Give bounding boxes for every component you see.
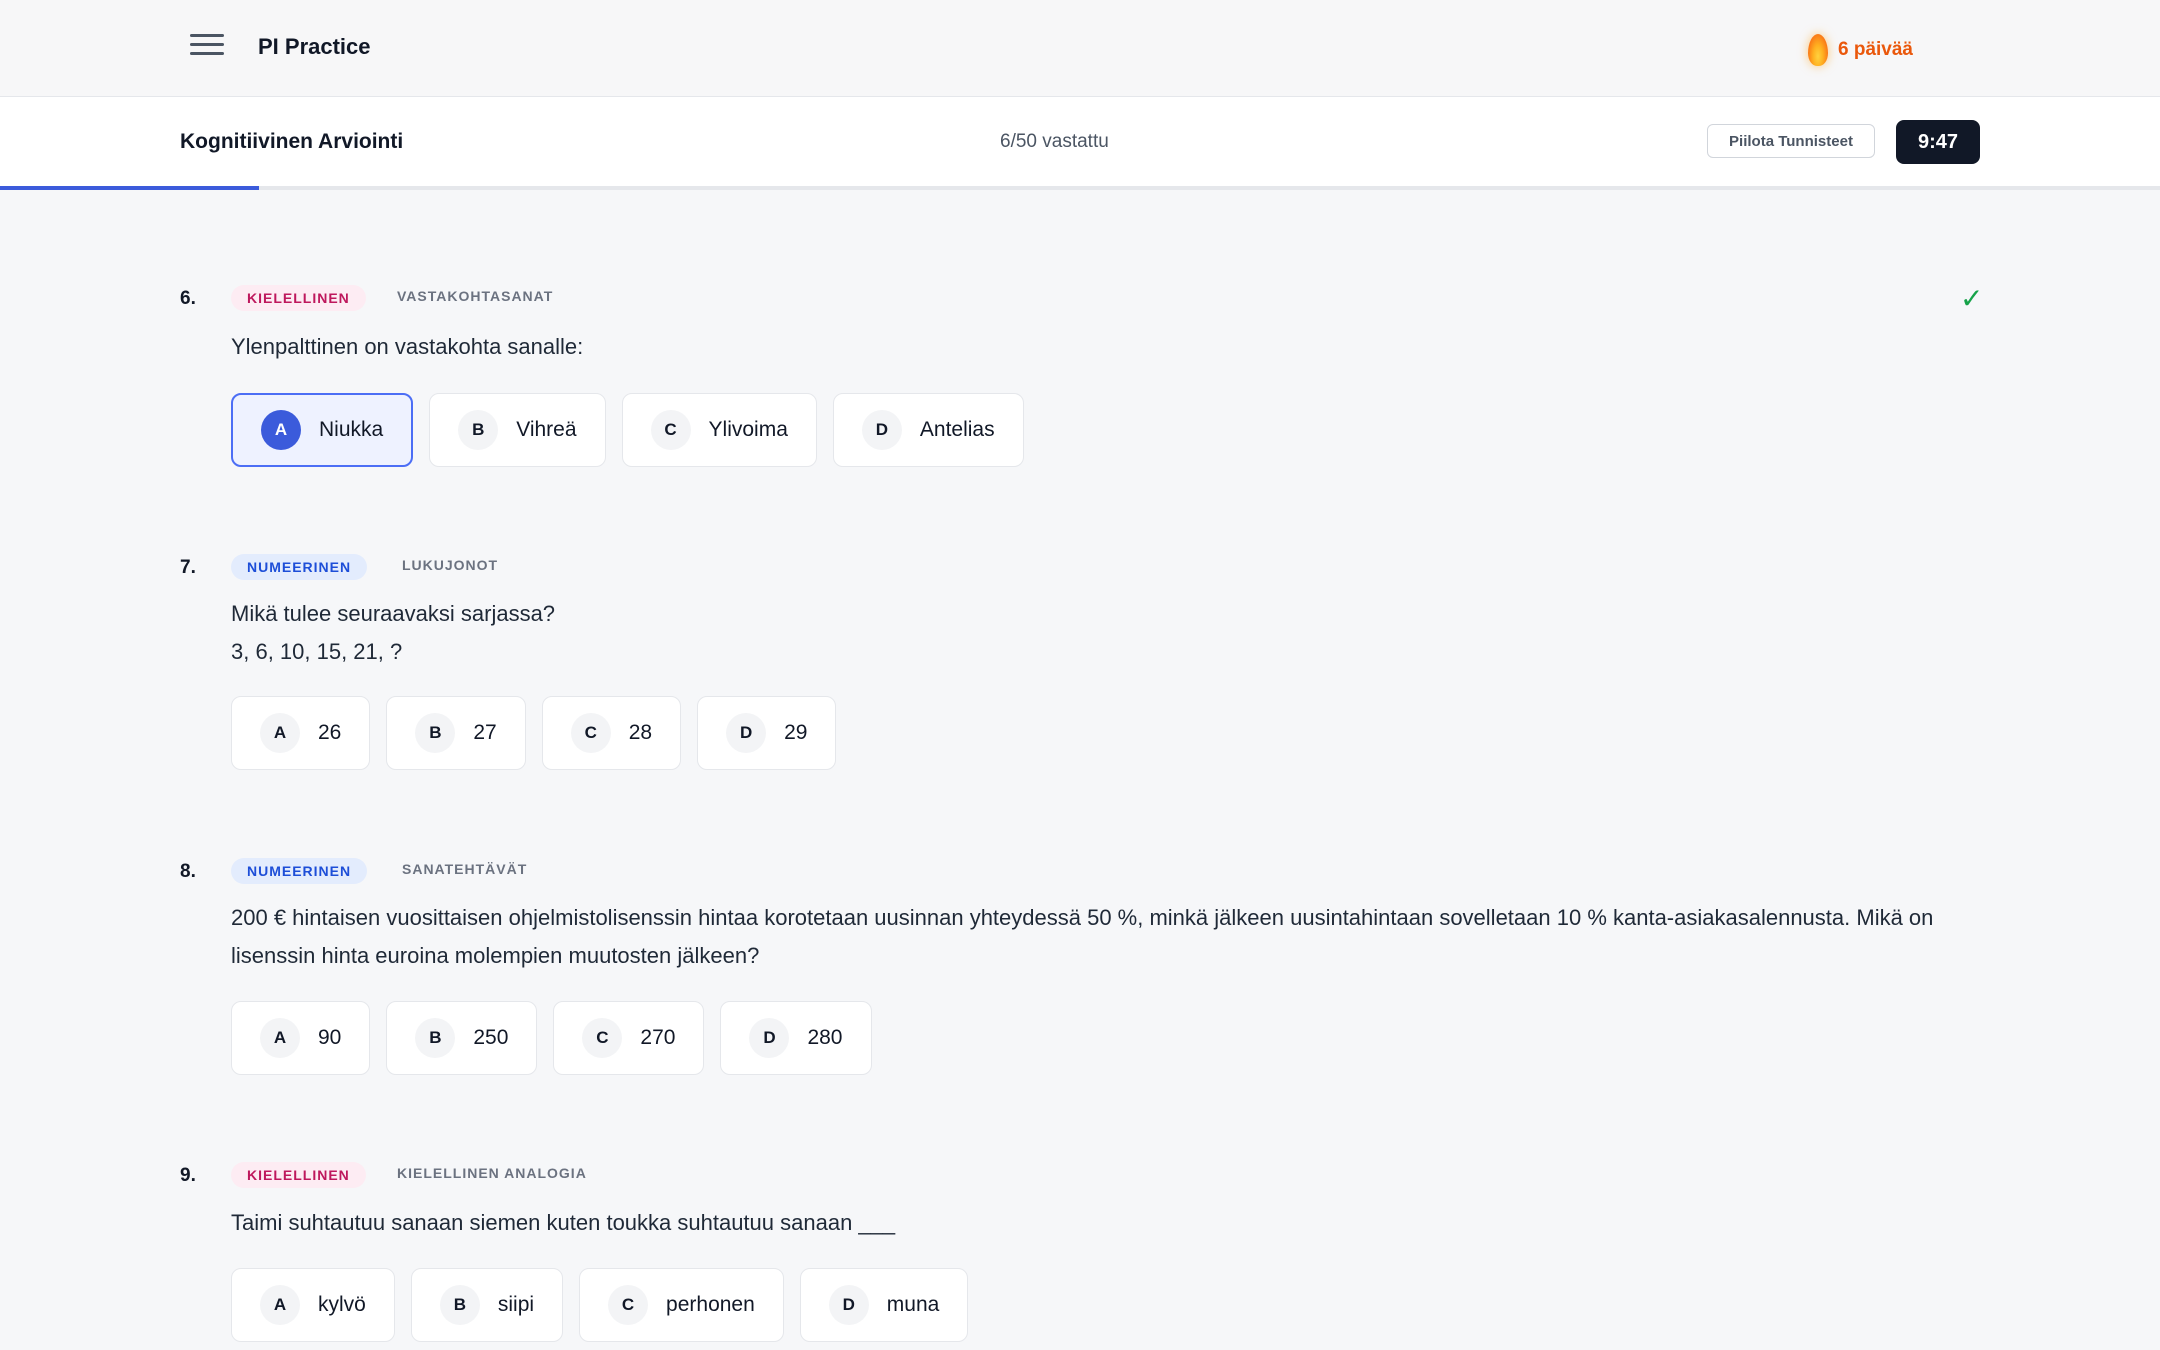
option-b[interactable]: B Vihreä bbox=[429, 393, 606, 467]
subcategory-tag: LUKUJONOT bbox=[402, 557, 499, 573]
option-label: 280 bbox=[807, 1026, 843, 1049]
option-label: 26 bbox=[318, 721, 342, 744]
option-d[interactable]: D 280 bbox=[720, 1001, 872, 1075]
option-label: 27 bbox=[473, 721, 497, 744]
question-number: 9. bbox=[180, 1165, 196, 1186]
hamburger-icon[interactable] bbox=[190, 34, 224, 62]
option-a[interactable]: A 90 bbox=[231, 1001, 371, 1075]
option-letter: C bbox=[650, 410, 691, 450]
option-letter: A bbox=[261, 410, 301, 450]
option-label: Ylivoima bbox=[708, 418, 788, 441]
option-letter: C bbox=[582, 1018, 623, 1058]
option-c[interactable]: C perhonen bbox=[579, 1268, 784, 1342]
option-label: 90 bbox=[318, 1026, 342, 1049]
question-text: Taimi suhtautuu sanaan siemen kuten touk… bbox=[231, 1210, 896, 1235]
progress-fill bbox=[0, 186, 260, 190]
option-a[interactable]: A 26 bbox=[231, 696, 371, 770]
streak-indicator: 6 päivää bbox=[1808, 30, 1913, 70]
option-letter: A bbox=[260, 1285, 300, 1325]
question-text: Ylenpalttinen on vastakohta sanalle: bbox=[231, 334, 584, 359]
question-text: Mikä tulee seuraavaksi sarjassa? bbox=[231, 601, 556, 626]
option-label: kylvö bbox=[318, 1293, 366, 1316]
question-text: 200 € hintaisen vuosittaisen ohjelmistol… bbox=[231, 905, 1934, 968]
option-letter: D bbox=[726, 713, 767, 753]
option-label: 29 bbox=[784, 721, 808, 744]
option-letter: B bbox=[458, 410, 499, 450]
option-label: 270 bbox=[640, 1026, 676, 1049]
category-tag: NUMEERINEN bbox=[231, 858, 368, 884]
option-b[interactable]: B 27 bbox=[386, 696, 526, 770]
option-letter: C bbox=[570, 713, 611, 753]
hide-tags-button[interactable]: Piilota Tunnisteet bbox=[1707, 124, 1875, 158]
question-number: 7. bbox=[180, 557, 196, 578]
option-letter: C bbox=[608, 1285, 649, 1325]
subcategory-tag: VASTAKOHTASANAT bbox=[397, 288, 554, 304]
option-letter: B bbox=[439, 1285, 480, 1325]
streak-text: 6 päivää bbox=[1838, 39, 1913, 60]
category-tag: NUMEERINEN bbox=[231, 554, 368, 580]
option-label: Vihreä bbox=[516, 418, 577, 441]
option-d[interactable]: D 29 bbox=[697, 696, 837, 770]
sequence-text: 3, 6, 10, 15, 21, ? bbox=[231, 639, 403, 664]
category-tag: KIELELLINEN bbox=[231, 285, 366, 311]
option-a[interactable]: A Niukka bbox=[231, 393, 414, 467]
answer-options: A 90 B 250 C 270 D 280 bbox=[231, 1001, 872, 1075]
app-bar: PI Practice 6 päivää bbox=[0, 0, 2160, 97]
option-letter: A bbox=[260, 1018, 300, 1058]
answer-options: A Niukka B Vihreä C Ylivoima D Antelias bbox=[231, 393, 1024, 467]
progress-bar bbox=[0, 186, 2160, 190]
option-c[interactable]: C Ylivoima bbox=[621, 393, 817, 467]
option-b[interactable]: B 250 bbox=[386, 1001, 538, 1075]
answer-options: A 26 B 27 C 28 D 29 bbox=[231, 696, 837, 770]
test-header: Kognitiivinen Arviointi 6/50 vastattu Pi… bbox=[0, 97, 2160, 186]
option-label: 250 bbox=[473, 1026, 509, 1049]
option-label: siipi bbox=[497, 1293, 535, 1316]
option-letter: A bbox=[260, 713, 300, 753]
option-letter: D bbox=[749, 1018, 790, 1058]
option-d[interactable]: D muna bbox=[799, 1268, 969, 1342]
app-title: PI Practice bbox=[258, 34, 371, 59]
option-letter: D bbox=[861, 410, 902, 450]
option-letter: B bbox=[415, 713, 456, 753]
subcategory-tag: KIELELLINEN ANALOGIA bbox=[397, 1165, 587, 1181]
option-c[interactable]: C 28 bbox=[541, 696, 682, 770]
category-tag: KIELELLINEN bbox=[231, 1162, 366, 1188]
answer-options: A kylvö B siipi C perhonen D muna bbox=[231, 1268, 969, 1342]
option-letter: D bbox=[828, 1285, 869, 1325]
option-label: Niukka bbox=[319, 418, 384, 441]
option-letter: B bbox=[415, 1018, 456, 1058]
option-label: perhonen bbox=[666, 1293, 755, 1316]
flame-icon bbox=[1808, 34, 1828, 66]
test-title: Kognitiivinen Arviointi bbox=[180, 130, 404, 153]
option-label: Antelias bbox=[919, 418, 995, 441]
question-number: 8. bbox=[180, 861, 196, 882]
question-number: 6. bbox=[180, 288, 196, 309]
subcategory-tag: SANATEHTÄVÄT bbox=[402, 861, 528, 877]
option-b[interactable]: B siipi bbox=[410, 1268, 564, 1342]
option-label: muna bbox=[886, 1293, 940, 1316]
option-a[interactable]: A kylvö bbox=[231, 1268, 395, 1342]
timer: 9:47 bbox=[1896, 120, 1980, 164]
option-d[interactable]: D Antelias bbox=[832, 393, 1024, 467]
check-icon: ✓ bbox=[1960, 283, 1984, 314]
answered-count: 6/50 vastattu bbox=[1000, 131, 1109, 152]
option-c[interactable]: C 270 bbox=[553, 1001, 705, 1075]
option-label: 28 bbox=[628, 721, 653, 744]
